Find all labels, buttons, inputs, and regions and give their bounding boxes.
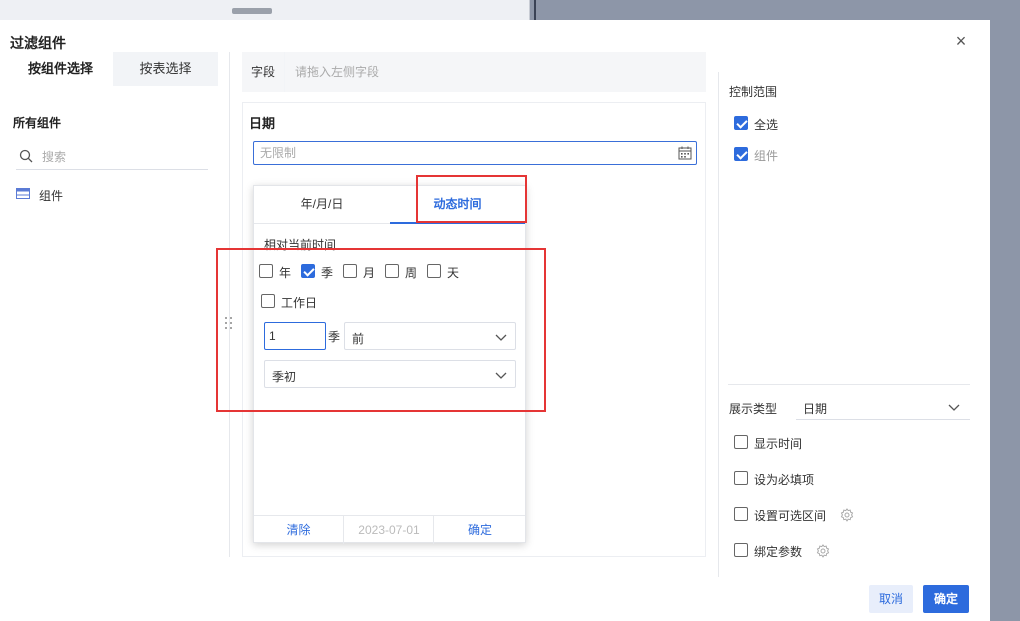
cancel-button[interactable]: 取消	[869, 585, 913, 613]
offset-number-box[interactable]	[264, 322, 326, 350]
chevron-down-icon	[495, 334, 507, 341]
field-label: 字段	[242, 52, 284, 92]
left-panel: 按组件选择 按表选择 所有组件 组件	[8, 52, 218, 572]
divider	[728, 384, 970, 385]
checkbox-label: 组件	[754, 149, 779, 163]
search-box	[16, 144, 208, 170]
chevron-down-icon	[948, 404, 960, 411]
checkbox-week[interactable]: 周	[385, 262, 419, 282]
checkbox-required[interactable]: 设为必填项	[734, 469, 934, 489]
checkbox-show-time[interactable]: 显示时间	[734, 433, 934, 453]
display-type-value: 日期	[803, 402, 828, 416]
checkbox-label: 季	[321, 266, 334, 280]
checkbox-box[interactable]	[734, 116, 748, 130]
checkbox-label: 绑定参数	[754, 545, 803, 559]
checkbox-box[interactable]	[259, 264, 273, 278]
checkbox-bind-parameter[interactable]: 绑定参数	[734, 541, 934, 561]
position-value: 季初	[272, 370, 297, 384]
checkbox-label: 工作日	[281, 296, 318, 310]
left-tabs: 按组件选择 按表选择	[8, 52, 218, 86]
checkbox-selectable-range[interactable]: 设置可选区间	[734, 505, 934, 525]
checkbox-box[interactable]	[261, 294, 275, 308]
control-scope-title: 控制范围	[729, 85, 778, 99]
date-input-box[interactable]	[253, 141, 697, 165]
divider	[229, 52, 230, 557]
tab-dynamic-time[interactable]: 动态时间	[390, 186, 525, 224]
gear-icon[interactable]	[840, 508, 854, 522]
checkbox-label: 月	[363, 266, 376, 280]
checkbox-box[interactable]	[734, 147, 748, 161]
checkbox-component[interactable]: 组件	[734, 145, 934, 165]
gear-icon[interactable]	[816, 544, 830, 558]
field-drop-zone[interactable]: 请拖入左侧字段	[285, 52, 706, 92]
checkbox-label: 显示时间	[754, 437, 803, 451]
checkbox-box[interactable]	[734, 507, 748, 521]
checkbox-box[interactable]	[427, 264, 441, 278]
drag-handle[interactable]	[224, 316, 234, 332]
checkbox-day[interactable]: 天	[427, 262, 461, 282]
checkbox-label: 年	[279, 266, 292, 280]
direction-value: 前	[352, 332, 365, 346]
offset-number-input[interactable]	[269, 328, 319, 344]
unit-checkbox-row: 年 季 月 周 天	[259, 262, 519, 282]
checkbox-select-all[interactable]: 全选	[734, 114, 934, 134]
dialog-title: 过滤组件	[10, 35, 66, 51]
position-select[interactable]: 季初	[264, 360, 516, 388]
checkbox-label: 设为必填项	[754, 473, 815, 487]
checkbox-label: 设置可选区间	[754, 509, 827, 523]
preview-date: 2023-07-01	[345, 516, 434, 544]
close-icon[interactable]: ×	[951, 32, 971, 52]
checkbox-box[interactable]	[734, 435, 748, 449]
tab-ymd[interactable]: 年/月/日	[254, 186, 390, 224]
checkbox-workday[interactable]: 工作日	[261, 292, 351, 312]
checkbox-quarter[interactable]: 季	[301, 262, 335, 282]
right-panel: 控制范围 全选 组件 展示类型 日期 显示时间 设为必填项 设置可选区间 绑定参…	[728, 72, 988, 612]
offset-unit-label: 季	[328, 330, 341, 344]
search-input[interactable]	[42, 147, 202, 167]
checkbox-box[interactable]	[734, 543, 748, 557]
popup-tabs: 年/月/日 动态时间	[254, 186, 525, 224]
confirm-button[interactable]: 确定	[923, 585, 969, 613]
checkbox-box[interactable]	[301, 264, 315, 278]
direction-select[interactable]: 前	[344, 322, 516, 350]
tab-by-component[interactable]: 按组件选择	[8, 52, 113, 86]
divider	[718, 72, 719, 577]
checkbox-label: 天	[447, 266, 460, 280]
chevron-down-icon	[495, 372, 507, 379]
drag-handle-icon	[225, 317, 232, 329]
checkbox-box[interactable]	[385, 264, 399, 278]
popup-confirm-button[interactable]: 确定	[435, 516, 525, 544]
background-panel	[0, 0, 530, 20]
display-type-label: 展示类型	[729, 402, 778, 416]
checkbox-box[interactable]	[343, 264, 357, 278]
component-label: 组件	[39, 189, 64, 203]
checkbox-label: 全选	[754, 118, 779, 132]
field-separator	[242, 92, 706, 102]
background-divider	[534, 0, 536, 20]
checkbox-box[interactable]	[734, 471, 748, 485]
date-input[interactable]	[260, 145, 660, 161]
dynamic-time-popup: 年/月/日 动态时间 相对当前时间 年 季 月 周 天 工作日 季 前 季初 清…	[253, 185, 526, 544]
display-type-select[interactable]: 日期	[796, 394, 970, 420]
calendar-icon[interactable]	[678, 146, 692, 160]
search-icon	[19, 149, 33, 163]
all-components-title: 所有组件	[13, 116, 62, 130]
tab-by-table[interactable]: 按表选择	[113, 52, 218, 86]
checkbox-label: 周	[405, 266, 418, 280]
popup-footer: 清除 2023-07-01 确定	[254, 515, 525, 544]
date-title: 日期	[249, 116, 276, 131]
checkbox-year[interactable]: 年	[259, 262, 293, 282]
clear-button[interactable]: 清除	[254, 516, 344, 544]
checkbox-month[interactable]: 月	[343, 262, 377, 282]
relative-time-label: 相对当前时间	[264, 238, 337, 252]
background-text	[232, 8, 272, 14]
table-icon	[16, 188, 30, 199]
